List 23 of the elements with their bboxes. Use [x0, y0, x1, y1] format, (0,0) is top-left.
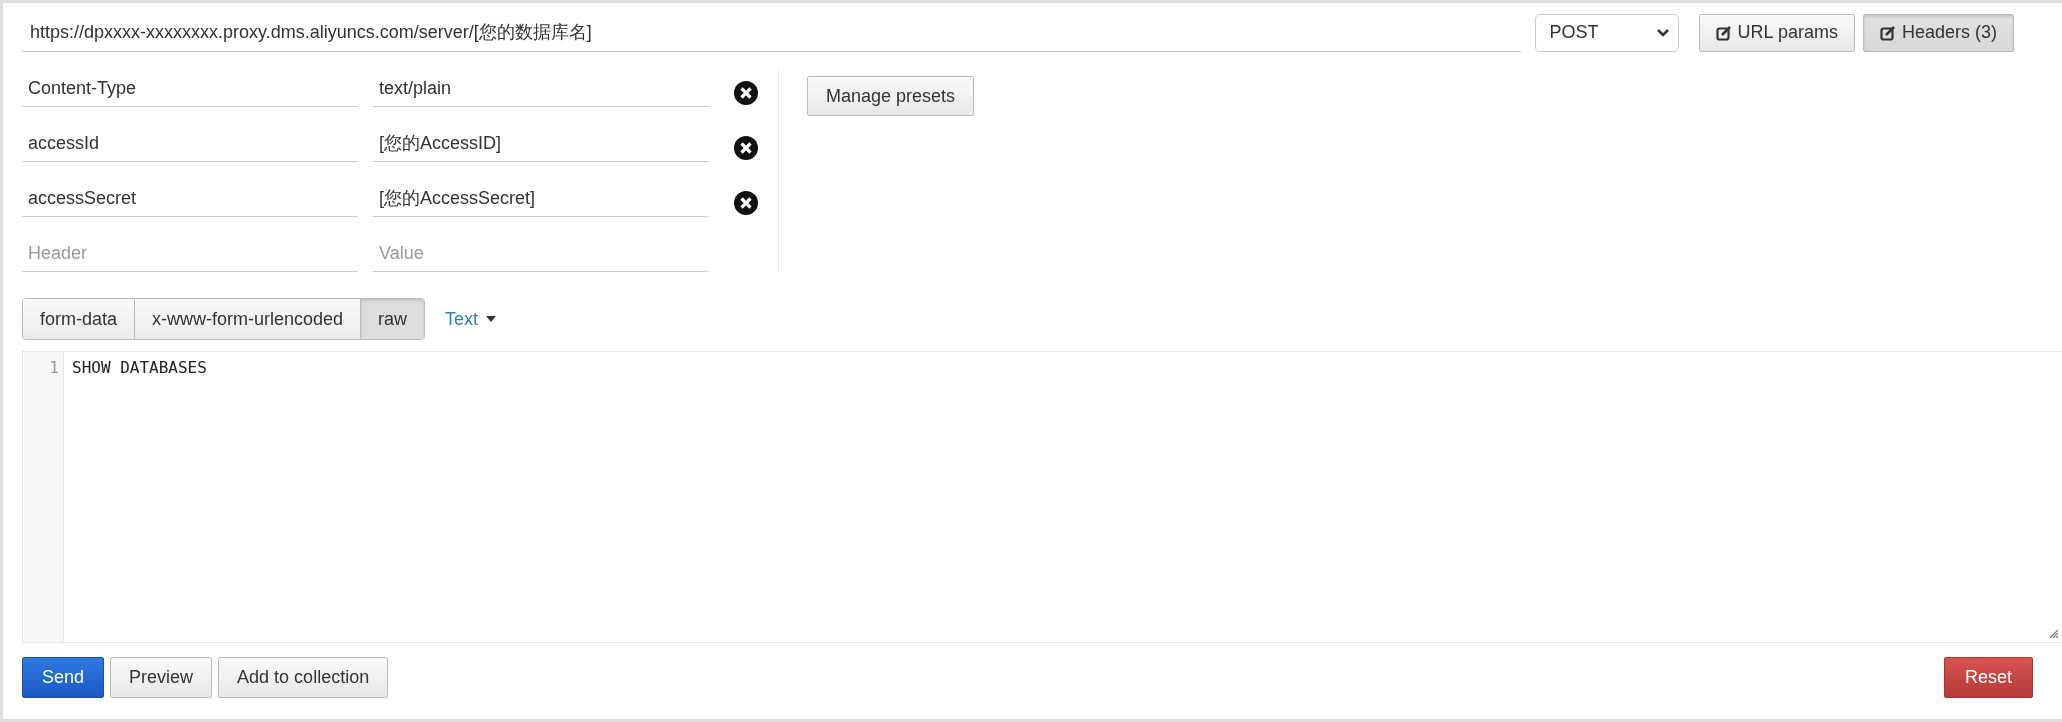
remove-icon[interactable] [734, 80, 758, 105]
action-button[interactable]: Preview [110, 657, 213, 698]
code-editor[interactable]: 1 SHOW DATABASES [22, 351, 2062, 643]
chevron-icon [1655, 27, 1670, 38]
body-type-tab[interactable]: form-data [23, 299, 136, 339]
remove-icon[interactable] [734, 190, 758, 215]
method-select[interactable]: POST [1534, 13, 1679, 52]
remove-icon[interactable] [734, 135, 758, 160]
action-button[interactable]: Add to collection [218, 657, 389, 698]
reset-button[interactable]: Reset [1943, 657, 2033, 698]
manage-presets-button[interactable]: Manage presets [807, 76, 975, 116]
code-line: SHOW DATABASES [72, 358, 207, 377]
edit-icon [1715, 24, 1732, 41]
send-button[interactable]: Send [22, 657, 105, 698]
body-type-tab[interactable]: raw [361, 299, 425, 339]
toggle-button[interactable]: URL params [1698, 13, 1855, 52]
edit-icon [1879, 24, 1896, 41]
caret-icon [486, 316, 497, 322]
resize-handle-icon[interactable] [2048, 628, 2058, 638]
format-dropdown[interactable]: Text [445, 308, 497, 330]
line-number: 1 [49, 358, 60, 377]
toggle-button[interactable]: Headers (3) [1862, 13, 2014, 52]
body-type-tab[interactable]: x-www-form-urlencoded [135, 299, 362, 339]
